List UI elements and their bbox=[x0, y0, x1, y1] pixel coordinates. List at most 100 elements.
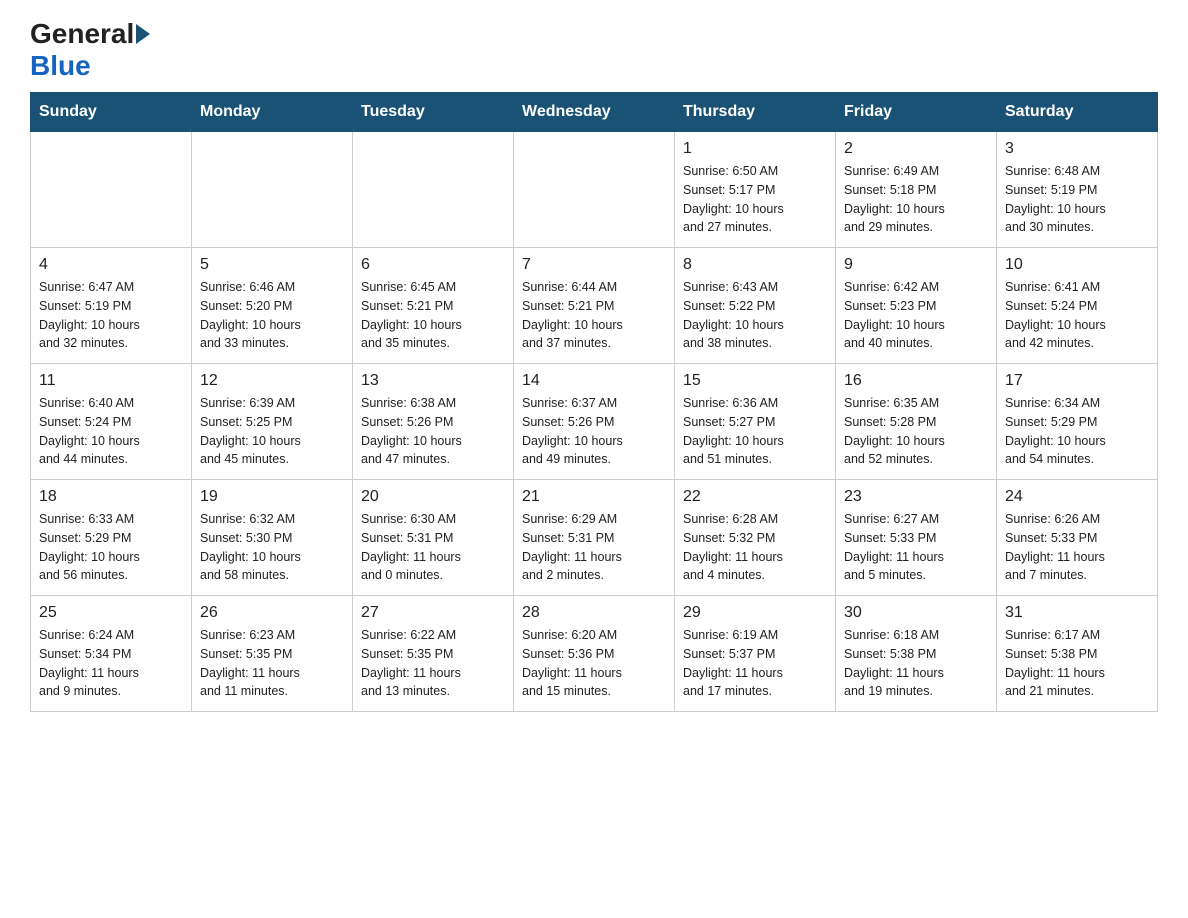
calendar-cell: 5Sunrise: 6:46 AMSunset: 5:20 PMDaylight… bbox=[192, 248, 353, 364]
day-info: Sunrise: 6:37 AMSunset: 5:26 PMDaylight:… bbox=[522, 394, 666, 469]
day-number: 7 bbox=[522, 256, 666, 274]
day-number: 8 bbox=[683, 256, 827, 274]
calendar-cell: 6Sunrise: 6:45 AMSunset: 5:21 PMDaylight… bbox=[353, 248, 514, 364]
day-info: Sunrise: 6:47 AMSunset: 5:19 PMDaylight:… bbox=[39, 278, 183, 353]
weekday-header-thursday: Thursday bbox=[675, 93, 836, 132]
calendar-cell: 27 Sunrise: 6:22 AMSunset: 5:35 PMDayligh… bbox=[353, 596, 514, 712]
week-row-1: 1 Sunrise: 6:50 AMSunset: 5:17 PMDaylight… bbox=[31, 132, 1158, 248]
calendar-cell: 18 Sunrise: 6:33 AMSunset: 5:29 PMDayligh… bbox=[31, 480, 192, 596]
day-number: 17 bbox=[1005, 372, 1149, 390]
day-number: 29 bbox=[683, 604, 827, 622]
day-number: 5 bbox=[200, 256, 344, 274]
calendar-cell: 30 Sunrise: 6:18 AMSunset: 5:38 PMDayligh… bbox=[836, 596, 997, 712]
calendar-cell: 4 Sunrise: 6:47 AMSunset: 5:19 PMDaylight… bbox=[31, 248, 192, 364]
logo-arrow-icon bbox=[136, 24, 150, 44]
day-info: Sunrise: 6:34 AMSunset: 5:29 PMDaylight:… bbox=[1005, 394, 1149, 469]
calendar-cell: 8 Sunrise: 6:43 AMSunset: 5:22 PMDaylight… bbox=[675, 248, 836, 364]
calendar-cell: 26 Sunrise: 6:23 AMSunset: 5:35 PMDayligh… bbox=[192, 596, 353, 712]
day-info: Sunrise: 6:23 AMSunset: 5:35 PMDaylight:… bbox=[200, 626, 344, 701]
calendar-cell: 10 Sunrise: 6:41 AMSunset: 5:24 PMDayligh… bbox=[997, 248, 1158, 364]
day-number: 2 bbox=[844, 140, 988, 158]
day-number: 12 bbox=[200, 372, 344, 390]
calendar-cell: 9 Sunrise: 6:42 AMSunset: 5:23 PMDaylight… bbox=[836, 248, 997, 364]
day-number: 20 bbox=[361, 488, 505, 506]
day-info: Sunrise: 6:32 AMSunset: 5:30 PMDaylight:… bbox=[200, 510, 344, 585]
day-info: Sunrise: 6:50 AMSunset: 5:17 PMDaylight:… bbox=[683, 162, 827, 237]
day-info: Sunrise: 6:36 AMSunset: 5:27 PMDaylight:… bbox=[683, 394, 827, 469]
day-number: 15 bbox=[683, 372, 827, 390]
day-info: Sunrise: 6:41 AMSunset: 5:24 PMDaylight:… bbox=[1005, 278, 1149, 353]
weekday-header-wednesday: Wednesday bbox=[514, 93, 675, 132]
calendar-cell bbox=[353, 132, 514, 248]
day-number: 26 bbox=[200, 604, 344, 622]
calendar-cell: 13 Sunrise: 6:38 AMSunset: 5:26 PMDayligh… bbox=[353, 364, 514, 480]
day-number: 19 bbox=[200, 488, 344, 506]
day-info: Sunrise: 6:20 AMSunset: 5:36 PMDaylight:… bbox=[522, 626, 666, 701]
calendar-cell bbox=[192, 132, 353, 248]
calendar-cell: 12 Sunrise: 6:39 AMSunset: 5:25 PMDayligh… bbox=[192, 364, 353, 480]
day-number: 22 bbox=[683, 488, 827, 506]
weekday-header-friday: Friday bbox=[836, 93, 997, 132]
day-info: Sunrise: 6:28 AMSunset: 5:32 PMDaylight:… bbox=[683, 510, 827, 585]
calendar-cell: 3Sunrise: 6:48 AMSunset: 5:19 PMDaylight… bbox=[997, 132, 1158, 248]
day-info: Sunrise: 6:33 AMSunset: 5:29 PMDaylight:… bbox=[39, 510, 183, 585]
day-info: Sunrise: 6:39 AMSunset: 5:25 PMDaylight:… bbox=[200, 394, 344, 469]
calendar-cell: 1 Sunrise: 6:50 AMSunset: 5:17 PMDaylight… bbox=[675, 132, 836, 248]
day-info: Sunrise: 6:22 AMSunset: 5:35 PMDaylight:… bbox=[361, 626, 505, 701]
calendar-cell: 23Sunrise: 6:27 AMSunset: 5:33 PMDayligh… bbox=[836, 480, 997, 596]
day-info: Sunrise: 6:45 AMSunset: 5:21 PMDaylight:… bbox=[361, 278, 505, 353]
day-number: 9 bbox=[844, 256, 988, 274]
day-number: 25 bbox=[39, 604, 183, 622]
day-info: Sunrise: 6:17 AMSunset: 5:38 PMDaylight:… bbox=[1005, 626, 1149, 701]
logo-general-text: General bbox=[30, 20, 134, 48]
day-number: 28 bbox=[522, 604, 666, 622]
day-number: 21 bbox=[522, 488, 666, 506]
calendar-cell: 28 Sunrise: 6:20 AMSunset: 5:36 PMDayligh… bbox=[514, 596, 675, 712]
calendar-cell: 16Sunrise: 6:35 AMSunset: 5:28 PMDayligh… bbox=[836, 364, 997, 480]
weekday-header-tuesday: Tuesday bbox=[353, 93, 514, 132]
day-info: Sunrise: 6:40 AMSunset: 5:24 PMDaylight:… bbox=[39, 394, 183, 469]
day-number: 16 bbox=[844, 372, 988, 390]
week-row-2: 4 Sunrise: 6:47 AMSunset: 5:19 PMDaylight… bbox=[31, 248, 1158, 364]
day-info: Sunrise: 6:27 AMSunset: 5:33 PMDaylight:… bbox=[844, 510, 988, 585]
day-info: Sunrise: 6:42 AMSunset: 5:23 PMDaylight:… bbox=[844, 278, 988, 353]
day-number: 30 bbox=[844, 604, 988, 622]
calendar-cell: 19 Sunrise: 6:32 AMSunset: 5:30 PMDayligh… bbox=[192, 480, 353, 596]
day-number: 14 bbox=[522, 372, 666, 390]
calendar-cell: 31 Sunrise: 6:17 AMSunset: 5:38 PMDayligh… bbox=[997, 596, 1158, 712]
day-number: 11 bbox=[39, 372, 183, 390]
week-row-4: 18 Sunrise: 6:33 AMSunset: 5:29 PMDayligh… bbox=[31, 480, 1158, 596]
day-number: 18 bbox=[39, 488, 183, 506]
calendar-cell: 24Sunrise: 6:26 AMSunset: 5:33 PMDayligh… bbox=[997, 480, 1158, 596]
day-info: Sunrise: 6:44 AMSunset: 5:21 PMDaylight:… bbox=[522, 278, 666, 353]
day-number: 31 bbox=[1005, 604, 1149, 622]
day-info: Sunrise: 6:38 AMSunset: 5:26 PMDaylight:… bbox=[361, 394, 505, 469]
calendar-cell: 11 Sunrise: 6:40 AMSunset: 5:24 PMDayligh… bbox=[31, 364, 192, 480]
calendar-cell: 17 Sunrise: 6:34 AMSunset: 5:29 PMDayligh… bbox=[997, 364, 1158, 480]
calendar-cell: 14 Sunrise: 6:37 AMSunset: 5:26 PMDayligh… bbox=[514, 364, 675, 480]
calendar-cell: 29 Sunrise: 6:19 AMSunset: 5:37 PMDayligh… bbox=[675, 596, 836, 712]
calendar-cell: 15 Sunrise: 6:36 AMSunset: 5:27 PMDayligh… bbox=[675, 364, 836, 480]
weekday-header-monday: Monday bbox=[192, 93, 353, 132]
calendar-table: SundayMondayTuesdayWednesdayThursdayFrid… bbox=[30, 92, 1158, 712]
day-number: 27 bbox=[361, 604, 505, 622]
day-info: Sunrise: 6:26 AMSunset: 5:33 PMDaylight:… bbox=[1005, 510, 1149, 585]
calendar-cell bbox=[31, 132, 192, 248]
day-info: Sunrise: 6:43 AMSunset: 5:22 PMDaylight:… bbox=[683, 278, 827, 353]
calendar-cell: 2Sunrise: 6:49 AMSunset: 5:18 PMDaylight… bbox=[836, 132, 997, 248]
week-row-3: 11 Sunrise: 6:40 AMSunset: 5:24 PMDayligh… bbox=[31, 364, 1158, 480]
day-number: 1 bbox=[683, 140, 827, 158]
logo: General Blue bbox=[30, 20, 150, 82]
weekday-header-saturday: Saturday bbox=[997, 93, 1158, 132]
calendar-cell bbox=[514, 132, 675, 248]
day-info: Sunrise: 6:18 AMSunset: 5:38 PMDaylight:… bbox=[844, 626, 988, 701]
day-number: 13 bbox=[361, 372, 505, 390]
calendar-cell: 20Sunrise: 6:30 AMSunset: 5:31 PMDayligh… bbox=[353, 480, 514, 596]
day-number: 3 bbox=[1005, 140, 1149, 158]
calendar-cell: 25Sunrise: 6:24 AMSunset: 5:34 PMDayligh… bbox=[31, 596, 192, 712]
day-info: Sunrise: 6:19 AMSunset: 5:37 PMDaylight:… bbox=[683, 626, 827, 701]
header: General Blue bbox=[30, 20, 1158, 82]
week-row-5: 25Sunrise: 6:24 AMSunset: 5:34 PMDayligh… bbox=[31, 596, 1158, 712]
day-number: 10 bbox=[1005, 256, 1149, 274]
day-number: 4 bbox=[39, 256, 183, 274]
